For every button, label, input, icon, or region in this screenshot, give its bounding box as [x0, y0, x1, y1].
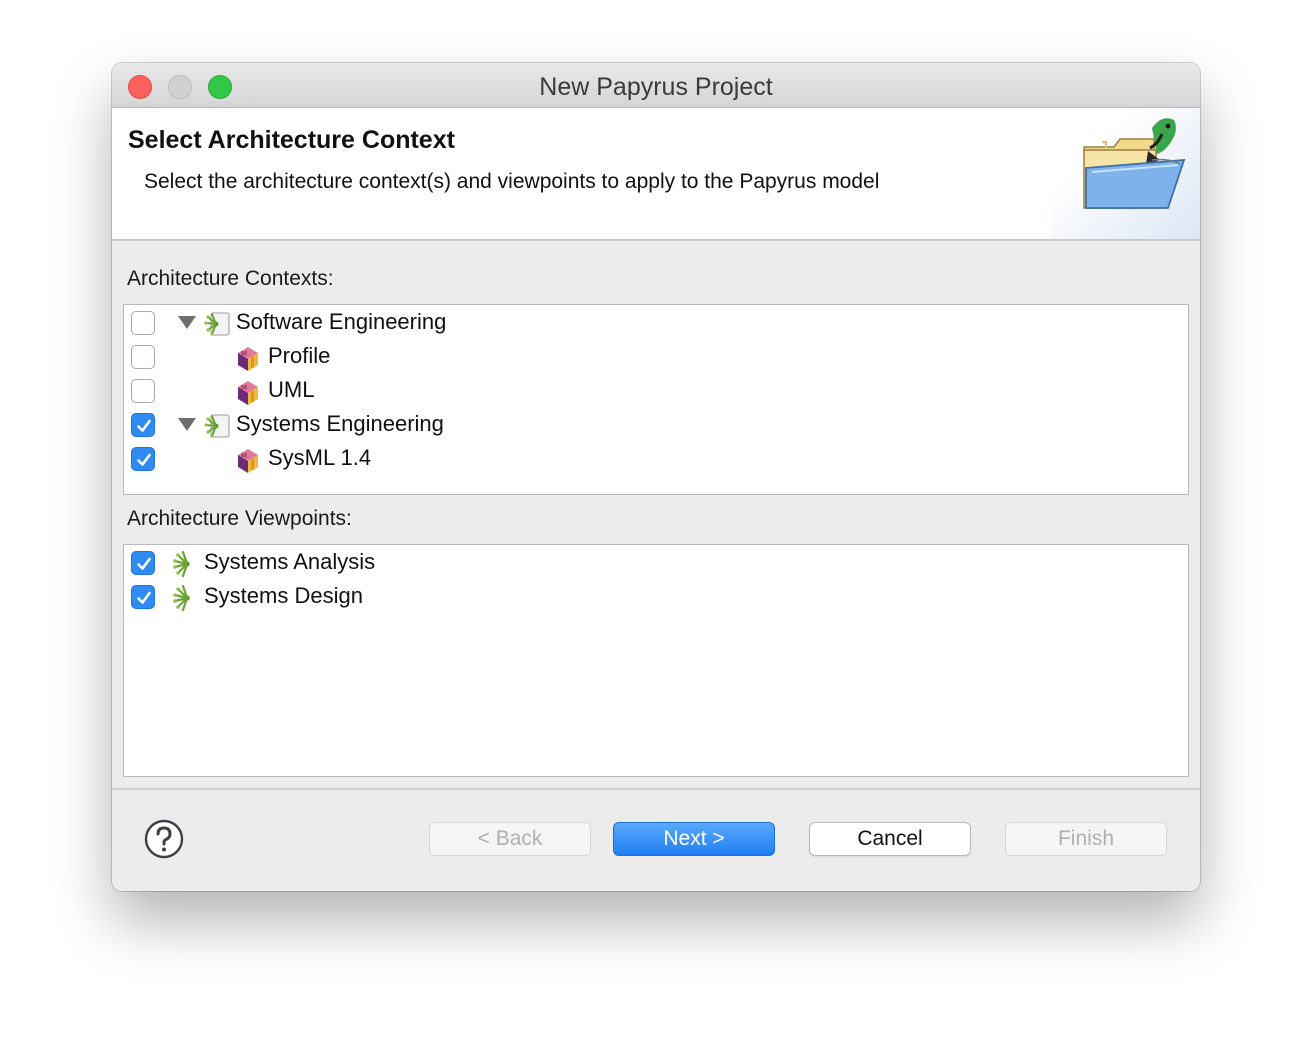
tree-item-label: Systems Engineering — [236, 411, 444, 436]
page-description: Select the architecture context(s) and v… — [144, 170, 880, 193]
new-papyrus-project-window: New Papyrus Project Select Architecture … — [112, 63, 1200, 891]
wizard-button-bar: < Back Next > Cancel Finish — [112, 788, 1200, 891]
tree-item-systems-engineering[interactable]: Systems Engineering — [124, 408, 1188, 442]
checkmark-icon — [135, 417, 153, 435]
model-kind-icon — [234, 445, 264, 475]
tree-item-label: Profile — [268, 343, 331, 368]
tree-item-uml[interactable]: UML — [124, 374, 1188, 408]
finish-button[interactable]: Finish — [1005, 822, 1167, 856]
list-item-label: Systems Design — [204, 583, 363, 608]
expand-triangle-icon[interactable] — [178, 418, 196, 431]
checkmark-icon — [135, 589, 153, 607]
tree-item-label: UML — [268, 377, 315, 402]
expand-triangle-icon[interactable] — [178, 316, 196, 329]
help-icon[interactable] — [144, 819, 184, 859]
architecture-contexts-label: Architecture Contexts: — [127, 267, 334, 290]
list-item-label: Systems Analysis — [204, 549, 376, 574]
wizard-banner: Select Architecture Context Select the a… — [112, 108, 1200, 241]
architecture-contexts-tree[interactable]: Software Engineering Profile UML Systems… — [123, 304, 1189, 495]
papyrus-folder-icon — [1050, 108, 1200, 239]
tree-item-software-engineering[interactable]: Software Engineering — [124, 306, 1188, 340]
list-item-systems-design[interactable]: Systems Design — [124, 580, 1188, 614]
back-button[interactable]: < Back — [429, 822, 591, 856]
checkbox-sysml[interactable] — [131, 447, 155, 471]
viewpoint-icon — [170, 583, 200, 613]
tree-item-label: Software Engineering — [236, 309, 447, 334]
window-title: New Papyrus Project — [539, 73, 773, 101]
checkbox-systems-engineering[interactable] — [131, 413, 155, 437]
architecture-viewpoints-label: Architecture Viewpoints: — [127, 507, 352, 530]
page-title: Select Architecture Context — [128, 126, 455, 154]
checkmark-icon — [135, 555, 153, 573]
cancel-button[interactable]: Cancel — [809, 822, 971, 856]
architecture-context-icon — [202, 411, 232, 441]
architecture-context-icon — [202, 309, 232, 339]
title-bar: New Papyrus Project — [112, 63, 1200, 108]
tree-item-profile[interactable]: Profile — [124, 340, 1188, 374]
architecture-viewpoints-list[interactable]: Systems Analysis Systems Design — [123, 544, 1189, 777]
checkbox-systems-analysis[interactable] — [131, 551, 155, 575]
tree-item-sysml[interactable]: SysML 1.4 — [124, 442, 1188, 476]
viewpoint-icon — [170, 549, 200, 579]
list-item-systems-analysis[interactable]: Systems Analysis — [124, 546, 1188, 580]
next-button[interactable]: Next > — [613, 822, 775, 856]
model-kind-icon — [234, 377, 264, 407]
checkbox-uml[interactable] — [131, 379, 155, 403]
model-kind-icon — [234, 343, 264, 373]
checkbox-software-engineering[interactable] — [131, 311, 155, 335]
checkbox-profile[interactable] — [131, 345, 155, 369]
checkmark-icon — [135, 451, 153, 469]
checkbox-systems-design[interactable] — [131, 585, 155, 609]
tree-item-label: SysML 1.4 — [268, 445, 372, 470]
